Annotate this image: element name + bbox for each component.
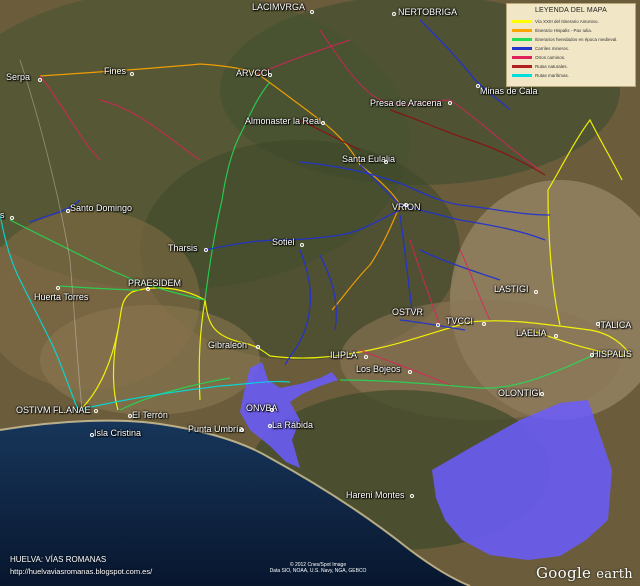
legend-label: Itinerario Hispalis - Pax Iulia. <box>535 28 593 33</box>
place-label-ostivm-fl-anae: OSTIVM FL.ANAE <box>16 405 91 415</box>
place-label-tharsis: Tharsis <box>168 243 198 253</box>
satellite-map[interactable]: LACIMVRGA NERTOBRIGA Serpa Fines ARVCCI Minas… <box>0 0 640 586</box>
credit-line-2: Data SIO, NOAA, U.S. Navy, NGA, GEBCO <box>269 568 367 574</box>
place-marker <box>10 216 14 220</box>
place-marker <box>38 78 42 82</box>
map-graphics <box>0 0 640 586</box>
legend-list: Vía XXIII del Itinerario Antonino. Itiner… <box>507 17 635 80</box>
legend-item: Otros caminos. <box>512 53 635 62</box>
place-label-isla-cristina: Isla Cristina <box>94 428 142 438</box>
legend-label: Otros caminos. <box>535 55 566 60</box>
place-marker <box>534 290 538 294</box>
place-label-lastigi: LASTIGI <box>494 284 529 294</box>
map-legend: LEYENDA DEL MAPA Vía XXIII del Itinerari… <box>506 3 636 87</box>
place-label-arvcci: ARVCCI <box>236 68 270 78</box>
place-marker <box>90 433 94 437</box>
place-marker <box>268 424 272 428</box>
place-marker <box>256 345 260 349</box>
place-marker <box>130 72 134 76</box>
place-marker <box>448 101 452 105</box>
place-marker <box>94 409 98 413</box>
place-marker <box>476 84 480 88</box>
place-marker <box>300 243 304 247</box>
legend-label: Itinerarios heredados en época medieval. <box>535 37 618 42</box>
place-label-olontigi: OLONTIGI <box>498 388 542 398</box>
legend-label: Rutas marítimas. <box>535 73 570 78</box>
logo-earth-text: earth <box>596 567 633 582</box>
place-marker <box>268 73 272 77</box>
legend-item: Rutas marítimas. <box>512 71 635 80</box>
place-marker <box>410 494 414 498</box>
legend-swatch <box>512 74 532 77</box>
place-label-ostvr: OSTVR <box>392 307 424 317</box>
place-label-tvcci: TVCCI <box>446 316 473 326</box>
place-marker <box>128 414 132 418</box>
place-label-lacimvrga: LACIMVRGA <box>252 2 306 12</box>
place-label-santo-domingo: Santo Domingo <box>70 203 133 213</box>
place-marker <box>146 287 150 291</box>
place-label-ilipla: ILIPLA <box>330 350 358 360</box>
place-label-gibrale-n: Gibraleón <box>208 340 248 350</box>
place-label-hispalis: HISPALIS <box>592 349 632 359</box>
place-marker <box>408 370 412 374</box>
place-label-almonaster-la-real: Almonaster la Real <box>245 116 322 126</box>
place-marker <box>436 323 440 327</box>
place-marker <box>392 12 396 16</box>
legend-item: Rutas naturales. <box>512 62 635 71</box>
place-label-hareni-montes: Hareni Montes <box>346 490 405 500</box>
place-label-el-terr-n: El Terrón <box>132 410 168 420</box>
place-label-huerta-torres: Huerta Torres <box>34 292 89 302</box>
place-marker <box>310 10 314 14</box>
legend-swatch <box>512 29 532 32</box>
place-marker <box>321 121 325 125</box>
legend-swatch <box>512 47 532 50</box>
legend-item: Itinerarios heredados en época medieval. <box>512 35 635 44</box>
place-marker <box>540 392 544 396</box>
place-marker <box>56 286 60 290</box>
place-marker <box>66 209 70 213</box>
legend-swatch <box>512 65 532 68</box>
google-earth-logo: Google earth <box>536 564 633 582</box>
place-marker <box>364 355 368 359</box>
imagery-credit: © 2012 Cnes/Spot Image Data SIO, NOAA, U… <box>258 562 378 574</box>
place-marker <box>482 322 486 326</box>
place-marker <box>590 353 594 357</box>
place-label-praesidem: PRAESIDEM <box>128 278 182 288</box>
place-marker <box>384 160 388 164</box>
place-label-los-bojeos: Los Bojeos <box>356 364 401 374</box>
legend-item: Vía XXIII del Itinerario Antonino. <box>512 17 635 26</box>
legend-title: LEYENDA DEL MAPA <box>534 7 608 14</box>
place-marker <box>240 428 244 432</box>
place-label-minas-de-cala: Minas de Cala <box>480 86 538 96</box>
place-label-la-r-bida: La Rábida <box>272 420 314 430</box>
legend-label: Vía XXIII del Itinerario Antonino. <box>535 19 599 24</box>
place-label-nertobriga: NERTOBRIGA <box>398 7 458 17</box>
place-label-serpa: Serpa <box>6 72 31 82</box>
legend-label: Rutas naturales. <box>535 64 568 69</box>
legend-swatch <box>512 20 532 23</box>
place-label-laelia: LAELIA <box>516 328 547 338</box>
logo-google-text: Google <box>536 564 592 582</box>
place-label-italica: ITALICA <box>598 320 632 330</box>
place-marker <box>270 408 274 412</box>
legend-item: Carriles mineros. <box>512 44 635 53</box>
place-marker <box>404 203 408 207</box>
place-label-sotiel: Sotiel <box>272 237 295 247</box>
place-label-presa-de-aracena: Presa de Aracena <box>370 98 442 108</box>
place-marker <box>204 248 208 252</box>
legend-swatch <box>512 56 532 59</box>
legend-item: Itinerario Hispalis - Pax Iulia. <box>512 26 635 35</box>
place-label-s: s <box>0 210 5 220</box>
place-label-punta-umbr-a: Punta Umbría <box>188 424 244 434</box>
place-marker <box>596 322 600 326</box>
place-label-fines: Fines <box>104 66 127 76</box>
legend-label: Carriles mineros. <box>535 46 570 51</box>
footer-url[interactable]: http://huelvaviasromanas.blogspot.com.es… <box>10 567 152 576</box>
legend-swatch <box>512 38 532 41</box>
place-marker <box>554 334 558 338</box>
footer-title: HUELVA: VÍAS ROMANAS <box>10 555 107 564</box>
